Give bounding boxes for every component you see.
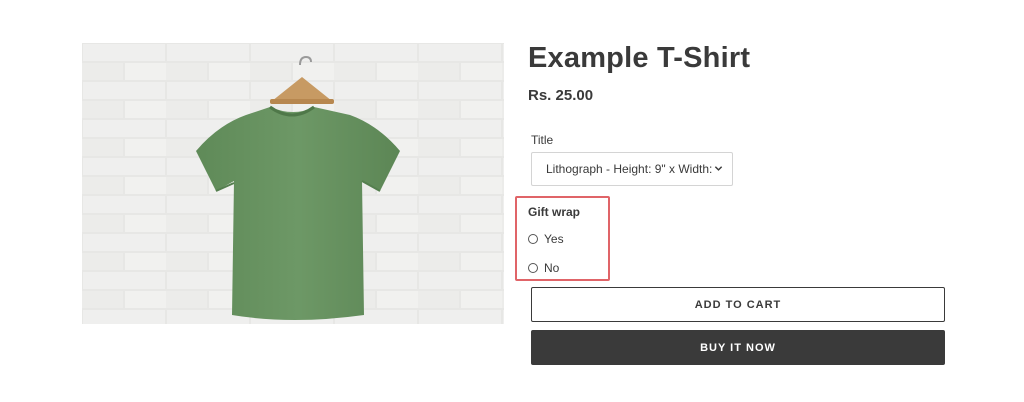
gift-wrap-label: Gift wrap xyxy=(528,205,581,219)
title-select-value: Lithograph - Height: 9" x Width: xyxy=(546,162,713,176)
gift-wrap-option-yes[interactable]: Yes xyxy=(528,232,564,246)
chevron-down-icon xyxy=(714,166,723,171)
tshirt-photo xyxy=(82,43,504,324)
gift-wrap-no-label: No xyxy=(544,261,560,275)
product-title: Example T-Shirt xyxy=(528,42,751,74)
title-select[interactable]: Lithograph - Height: 9" x Width: xyxy=(531,152,733,186)
product-image[interactable] xyxy=(82,43,504,324)
buy-it-now-button[interactable]: BUY IT NOW xyxy=(531,330,945,365)
gift-wrap-highlight: Gift wrap Yes No xyxy=(515,196,610,281)
gift-wrap-option-no[interactable]: No xyxy=(528,261,559,275)
gift-wrap-yes-label: Yes xyxy=(544,232,564,246)
radio-unchecked-icon[interactable] xyxy=(528,234,538,244)
product-price: Rs. 25.00 xyxy=(528,87,594,104)
add-to-cart-button[interactable]: ADD TO CART xyxy=(531,287,945,322)
radio-unchecked-icon[interactable] xyxy=(528,263,538,273)
title-option-label: Title xyxy=(531,133,554,147)
